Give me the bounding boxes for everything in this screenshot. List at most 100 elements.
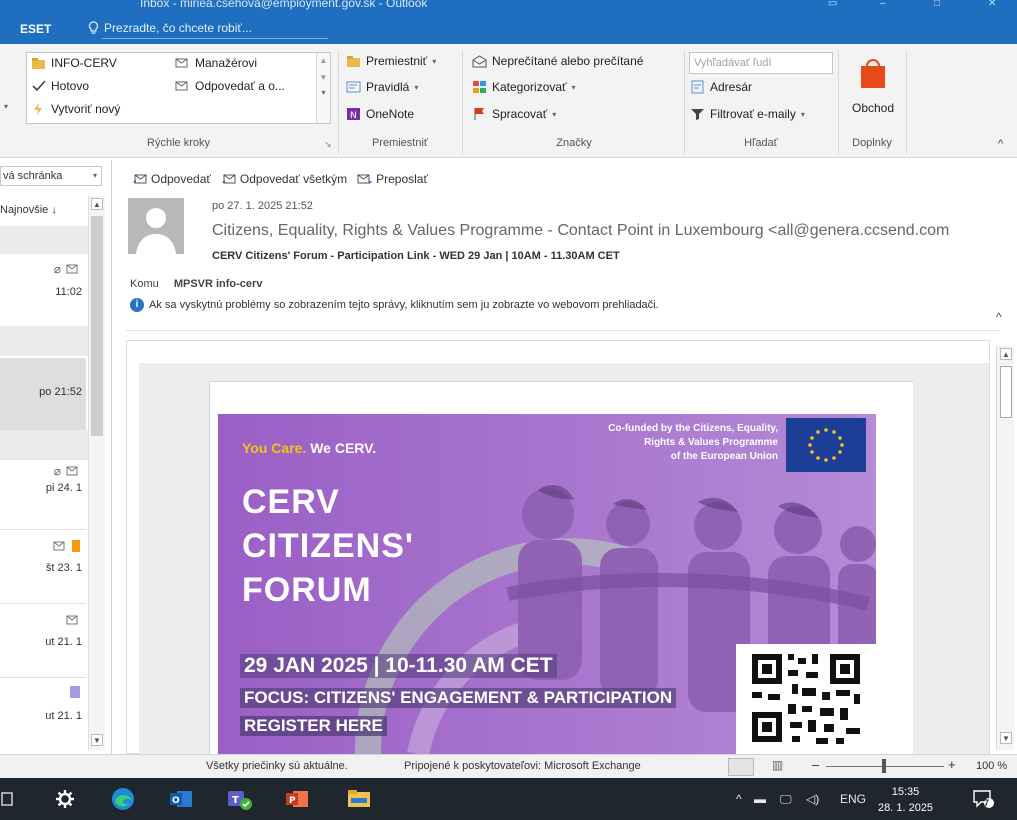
eu-flag [786,418,866,472]
dialog-launcher-icon[interactable]: ↘ [324,139,332,150]
list-scrollbar[interactable]: ▲ ▼ [88,196,105,750]
tray-expand-icon[interactable]: ^ [736,792,742,806]
zoom-out-button[interactable]: – [812,757,819,772]
chevron-down-icon: ▾ [571,82,576,92]
svg-text:N: N [350,111,357,121]
teams-app-icon[interactable]: T [226,786,252,812]
flag-icon [474,108,484,120]
address-book-button[interactable]: Adresár [690,80,752,94]
settings-gear-icon[interactable] [52,786,78,812]
sort-order[interactable]: Najnovšie ↓ [0,204,57,216]
outlook-app-icon[interactable]: O [168,786,194,812]
category-purple-icon [70,686,80,698]
chevron-down-icon: ▾ [800,109,805,119]
move-button[interactable]: Premiestniť ▾ [346,54,436,68]
restore-icon[interactable]: ▭ [828,0,842,9]
chevron-down-icon: ▾ [552,109,557,119]
collapse-ribbon-icon[interactable]: ^ [998,138,1003,150]
event-banner-image[interactable]: You Care. We CERV. Co-funded by the Citi… [218,414,876,754]
rules-icon [346,81,361,93]
message-sender[interactable]: Citizens, Equality, Rights & Values Prog… [212,222,949,240]
ribbon: ▾ INFO-CERV Manažérovi Hotovo Odpovedať … [0,44,1017,158]
people-search-input[interactable]: Vyhľadávať ľudí [689,52,833,74]
attachment-icon: ⌀ [53,464,61,478]
quick-step-manager[interactable]: Manažérovi [175,56,257,70]
task-view-icon[interactable] [0,786,20,812]
sender-avatar [128,198,184,254]
qr-code[interactable] [736,644,876,754]
maximize-icon[interactable]: □ [934,0,948,9]
list-item[interactable]: št 23. 1 [0,532,86,604]
list-scroll-thumb[interactable] [91,216,103,436]
onenote-icon: N [347,108,360,121]
close-icon[interactable]: ✕ [988,0,1002,9]
banner-slogan: You Care. We CERV. [242,440,377,456]
quick-steps-scroll[interactable]: ▲ ▼ ▾ [316,53,330,123]
list-item[interactable]: ⌀ pi 24. 1 [0,458,86,530]
scroll-down-icon[interactable]: ▼ [317,73,330,82]
quick-step-done[interactable]: Hotovo [31,79,89,93]
group-label-find: Hľadať [744,137,778,149]
normal-view-button[interactable] [728,758,754,776]
list-item-selected[interactable]: po 21:52 [0,358,86,430]
powerpoint-app-icon[interactable]: P [284,786,310,812]
info-bar[interactable]: i Ak sa vyskytnú problémy so zobrazením … [130,298,659,312]
reply-icon [133,174,147,184]
register-link[interactable]: REGISTER HERE [240,716,387,736]
store-button[interactable]: Obchod [848,56,898,115]
reading-view-icon[interactable]: ▥ [772,758,783,772]
categorize-button[interactable]: Kategorizovať ▾ [472,80,576,94]
reply-all-button[interactable]: Odpovedať všetkým [221,172,347,186]
message-actions: Odpovedať Odpovedať všetkým Preposlať [132,172,428,186]
reading-scroll-thumb[interactable] [1000,366,1012,418]
filter-email-button[interactable]: Filtrovať e-maily ▾ [690,107,805,121]
quick-step-info-cerv[interactable]: INFO-CERV [31,56,117,70]
person-icon [136,208,176,254]
file-explorer-icon[interactable] [346,786,372,812]
header-divider [126,330,1000,331]
edge-browser-icon[interactable] [110,786,136,812]
collapse-header-icon[interactable]: ^ [996,310,1002,324]
quick-step-reply-delete[interactable]: Odpovedať a o... [175,79,285,93]
quick-step-create-new[interactable]: Vytvoriť nový [31,102,120,116]
info-text: Ak sa vyskytnú problémy so zobrazením te… [149,299,659,311]
reply-button[interactable]: Odpovedať [132,172,211,186]
tell-me-box[interactable]: Prezradte, čo chcete robiť... [88,21,252,35]
eu-stars-icon [808,428,844,462]
more-icon[interactable]: ▾ [317,88,330,97]
minimize-icon[interactable]: – [880,0,894,9]
list-item[interactable]: ut 21. 1 [0,680,86,752]
battery-icon[interactable]: ▬ [754,792,766,806]
eset-tab[interactable]: ESET [20,22,51,36]
list-item[interactable]: ut 21. 1 [0,606,86,678]
list-item[interactable]: ⌀ 11:02 [0,254,86,318]
onenote-button[interactable]: N OneNote [346,107,414,121]
network-icon[interactable]: 🖵 [780,792,792,807]
language-indicator[interactable]: ENG [840,792,866,806]
volume-icon[interactable]: ◁) [806,792,819,806]
follow-up-button[interactable]: Spracovať ▾ [472,107,556,121]
notifications-icon[interactable]: 7 [970,786,996,812]
reading-scrollbar[interactable]: ▲ ▼ [996,346,1014,750]
zoom-in-button[interactable]: + [948,757,956,772]
reply-mail-icon [66,615,78,625]
unread-read-button[interactable]: Neprečítané alebo prečítané [472,54,643,68]
zoom-level[interactable]: 100 % [976,760,1007,772]
scroll-up-icon[interactable]: ▲ [91,198,103,210]
scroll-up-icon[interactable]: ▲ [317,56,330,65]
tell-bar: ESET Prezradte, čo chcete robiť... [0,14,1017,44]
scroll-down-icon[interactable]: ▼ [91,734,103,746]
chevron-down-icon[interactable]: ▾ [4,102,8,111]
clock[interactable]: 15:35 28. 1. 2025 [878,784,933,816]
reply-all-icon [221,174,236,184]
zoom-slider-thumb[interactable] [882,759,886,773]
rules-button[interactable]: Pravidlá ▾ [346,80,418,94]
forward-button[interactable]: Preposlať [357,172,428,186]
tell-me-underline [102,38,328,39]
recipient[interactable]: MPSVR info-cerv [174,278,263,290]
scroll-down-icon[interactable]: ▼ [1000,732,1012,744]
mailbox-filter-dropdown[interactable]: vá schránka ▾ [0,166,102,186]
message-recipients: Komu MPSVR info-cerv [130,278,262,290]
scroll-up-icon[interactable]: ▲ [1000,348,1012,360]
attachment-icon: ⌀ [53,262,61,276]
